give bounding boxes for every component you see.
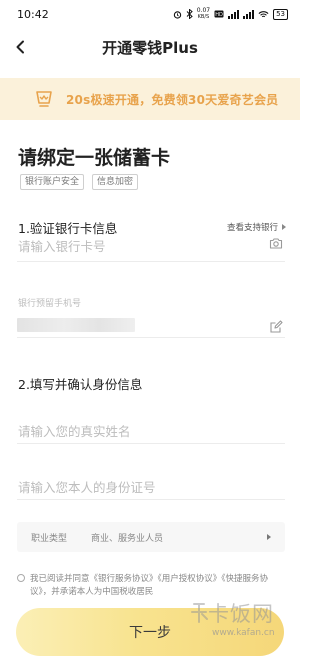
tag-account-security: 银行账户安全 [20, 174, 85, 190]
occupation-value: 商业、服务业人员 [91, 533, 164, 544]
back-button[interactable] [10, 36, 30, 58]
section-identity-title: 2.填写并确认身份信息 [18, 377, 143, 392]
wifi-icon [258, 10, 269, 17]
occupation-select[interactable]: 职业类型 商业、服务业人员 [17, 522, 285, 552]
nav-bar: 开通零钱Plus [0, 28, 300, 66]
card-number-field[interactable]: 请输入银行卡号 [17, 232, 285, 262]
speed-unit: KB/S [197, 14, 210, 20]
status-icons: 0.07 KB/S HD 53 [173, 8, 288, 20]
bind-card-title: 请绑定一张储蓄卡 [18, 147, 171, 169]
occupation-label: 职业类型 [31, 533, 68, 544]
battery-indicator: 53 [273, 8, 288, 20]
agree-checkbox[interactable] [17, 574, 25, 582]
watermark: 卡饭网 www.kafan.cn [190, 596, 296, 652]
camera-icon[interactable] [269, 236, 283, 250]
watermark-logo-icon [191, 603, 208, 623]
real-name-input[interactable]: 请输入您的真实姓名 [18, 421, 131, 440]
tag-encryption: 信息加密 [92, 174, 139, 190]
cell-signal-2-icon [243, 9, 255, 19]
network-speed: 0.07 KB/S [197, 8, 210, 21]
hd-icon: HD [214, 10, 224, 18]
cell-signal-icon [228, 9, 240, 19]
next-button-label: 下一步 [129, 625, 171, 641]
status-bar: 10:42 0.07 KB/S HD 53 [0, 0, 300, 28]
promo-banner[interactable]: 20s极速开通，免费领30天爱奇艺会员 [0, 78, 300, 120]
page-title: 开通零钱Plus [102, 38, 198, 57]
status-time: 10:42 [17, 7, 49, 21]
watermark-text: 卡饭网 [208, 602, 274, 626]
id-number-input[interactable]: 请输入您本人的身份证号 [18, 477, 156, 496]
id-number-field[interactable]: 请输入您本人的身份证号 [17, 474, 285, 500]
chevron-left-icon [16, 40, 24, 54]
chevron-right-icon [282, 224, 286, 230]
phone-label: 银行预留手机号 [18, 299, 82, 309]
svg-text:HD: HD [215, 12, 223, 18]
name-field[interactable]: 请输入您的真实姓名 [17, 418, 285, 444]
watermark-url: www.kafan.cn [212, 628, 275, 638]
edit-icon[interactable] [269, 320, 283, 334]
bluetooth-icon [186, 9, 193, 19]
security-tags: 银行账户安全 信息加密 [20, 174, 139, 190]
masked-phone-number[interactable] [17, 318, 135, 332]
chevron-right-icon [267, 534, 271, 540]
promo-text: 20s极速开通，免费领30天爱奇艺会员 [66, 92, 279, 107]
alarm-icon [173, 10, 181, 19]
phone-field[interactable]: 银行预留手机号 [17, 296, 285, 338]
card-number-input[interactable]: 请输入银行卡号 [18, 236, 106, 255]
vip-crown-icon [36, 91, 52, 107]
